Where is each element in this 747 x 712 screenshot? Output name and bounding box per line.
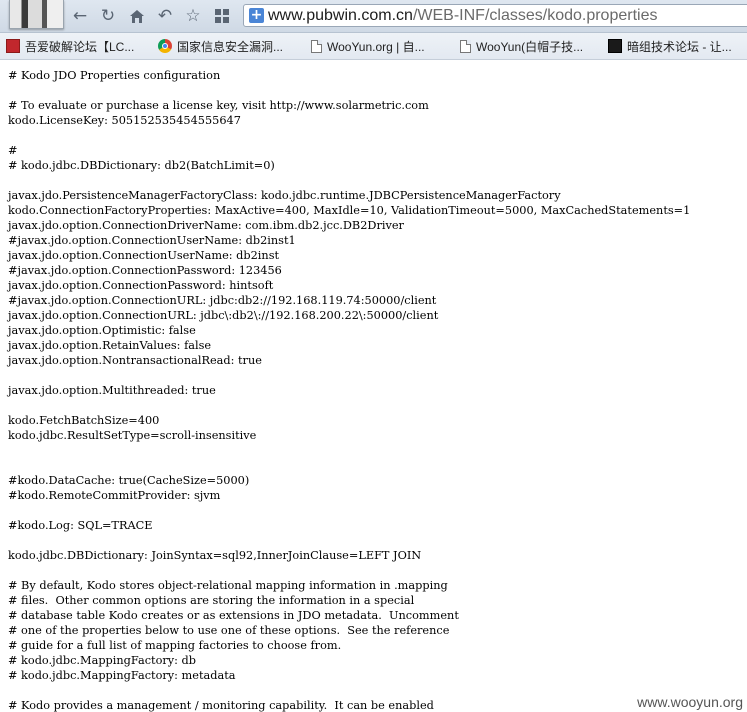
back-button[interactable]: ← bbox=[68, 4, 92, 28]
dark-logo-icon bbox=[608, 39, 622, 53]
bookmark-item[interactable]: 国家信息安全漏洞... bbox=[158, 37, 283, 55]
file-line: #javax.jdo.option.ConnectionURL: jdbc:db… bbox=[8, 294, 437, 307]
home-icon bbox=[130, 9, 144, 23]
address-bar[interactable]: + www.pubwin.com.cn/WEB-INF/classes/kodo… bbox=[243, 4, 747, 27]
file-line: javax.jdo.option.Optimistic: false bbox=[8, 324, 196, 337]
bookmark-label: 吾爱破解论坛【LC... bbox=[25, 39, 135, 54]
file-line: javax.jdo.option.Multithreaded: true bbox=[8, 384, 216, 397]
file-line: kodo.jdbc.DBDictionary: JoinSyntax=sql92… bbox=[8, 549, 422, 562]
undo-icon: ↶ bbox=[157, 6, 173, 26]
user-avatar[interactable] bbox=[9, 0, 64, 29]
bookmark-label: 国家信息安全漏洞... bbox=[177, 39, 284, 54]
file-line: javax.jdo.option.RetainValues: false bbox=[8, 339, 212, 352]
undo-button[interactable]: ↶ bbox=[153, 4, 177, 28]
apps-button[interactable] bbox=[210, 4, 234, 28]
file-line: # Kodo provides a management / monitorin… bbox=[8, 699, 434, 712]
site-info-icon[interactable]: + bbox=[249, 8, 264, 23]
file-line: # kodo.jdbc.MappingFactory: db bbox=[8, 654, 197, 667]
star-icon: ☆ bbox=[185, 6, 201, 26]
file-line: # kodo.jdbc.MappingFactory: metadata bbox=[8, 669, 236, 682]
home-button[interactable] bbox=[125, 4, 149, 28]
bookmark-item[interactable]: 吾爱破解论坛【LC... bbox=[6, 37, 134, 55]
address-url[interactable]: www.pubwin.com.cn/WEB-INF/classes/kodo.p… bbox=[268, 6, 657, 26]
bookmark-item[interactable]: WooYun(白帽子技... bbox=[460, 37, 583, 55]
browser-toolbar: ← ↻ ↶ ☆ + www.pubwin.com.cn/WEB-INF/clas… bbox=[0, 0, 747, 33]
file-line: # Kodo JDO Properties configuration bbox=[8, 69, 221, 82]
watermark: www.wooyun.org bbox=[635, 694, 745, 710]
file-line: kodo.ConnectionFactoryProperties: MaxAct… bbox=[8, 204, 691, 217]
bookmark-item[interactable]: 暗组技术论坛 - 让... bbox=[608, 37, 732, 55]
url-path: /WEB-INF/classes/kodo.properties bbox=[412, 7, 658, 24]
page-icon bbox=[460, 39, 471, 53]
file-line: #javax.jdo.option.ConnectionUserName: db… bbox=[8, 234, 296, 247]
bookmark-star-button[interactable]: ☆ bbox=[181, 4, 205, 28]
file-line: # To evaluate or purchase a license key,… bbox=[8, 99, 429, 112]
file-line: # database table Kodo creates or as exte… bbox=[8, 609, 459, 622]
file-line: #kodo.DataCache: true(CacheSize=5000) bbox=[8, 474, 250, 487]
bookmark-label: 暗组技术论坛 - 让... bbox=[627, 39, 732, 54]
properties-file-text: # Kodo JDO Properties configuration # To… bbox=[8, 68, 690, 712]
file-line: # guide for a full list of mapping facto… bbox=[8, 639, 342, 652]
red-logo-icon bbox=[6, 39, 20, 53]
file-line: javax.jdo.PersistenceManagerFactoryClass… bbox=[8, 189, 561, 202]
file-line: javax.jdo.option.ConnectionUserName: db2… bbox=[8, 249, 280, 262]
reload-icon: ↻ bbox=[100, 6, 116, 26]
reload-button[interactable]: ↻ bbox=[96, 4, 120, 28]
file-line: # bbox=[8, 144, 18, 157]
file-line: kodo.FetchBatchSize=400 bbox=[8, 414, 160, 427]
bookmarks-bar: 吾爱破解论坛【LC... 国家信息安全漏洞... WooYun.org | 自.… bbox=[0, 33, 747, 60]
file-line: # kodo.jdbc.DBDictionary: db2(BatchLimit… bbox=[8, 159, 275, 172]
file-line: kodo.LicenseKey: 505152535454555647 bbox=[8, 114, 241, 127]
page-icon bbox=[311, 39, 322, 53]
bookmark-item[interactable]: WooYun.org | 自... bbox=[311, 37, 425, 55]
file-line: javax.jdo.option.ConnectionDriverName: c… bbox=[8, 219, 404, 232]
file-line: javax.jdo.option.NontransactionalRead: t… bbox=[8, 354, 262, 367]
file-line: #kodo.RemoteCommitProvider: sjvm bbox=[8, 489, 221, 502]
file-line: # By default, Kodo stores object-relatio… bbox=[8, 579, 448, 592]
file-line: # files. Other common options are storin… bbox=[8, 594, 415, 607]
bookmark-label: WooYun(白帽子技... bbox=[476, 39, 584, 54]
bookmark-label: WooYun.org | 自... bbox=[327, 39, 425, 54]
apps-grid-icon bbox=[215, 9, 229, 23]
file-line: # one of the properties below to use one… bbox=[8, 624, 450, 637]
back-arrow-icon: ← bbox=[72, 6, 88, 26]
page-content[interactable]: # Kodo JDO Properties configuration # To… bbox=[0, 60, 747, 712]
url-host: www.pubwin.com.cn bbox=[268, 7, 413, 24]
file-line: javax.jdo.option.ConnectionURL: jdbc\:db… bbox=[8, 309, 439, 322]
file-line: #javax.jdo.option.ConnectionPassword: 12… bbox=[8, 264, 282, 277]
chrome-icon bbox=[158, 39, 172, 53]
file-line: javax.jdo.option.ConnectionPassword: hin… bbox=[8, 279, 274, 292]
file-line: #kodo.Log: SQL=TRACE bbox=[8, 519, 153, 532]
file-line: kodo.jdbc.ResultSetType=scroll-insensiti… bbox=[8, 429, 257, 442]
